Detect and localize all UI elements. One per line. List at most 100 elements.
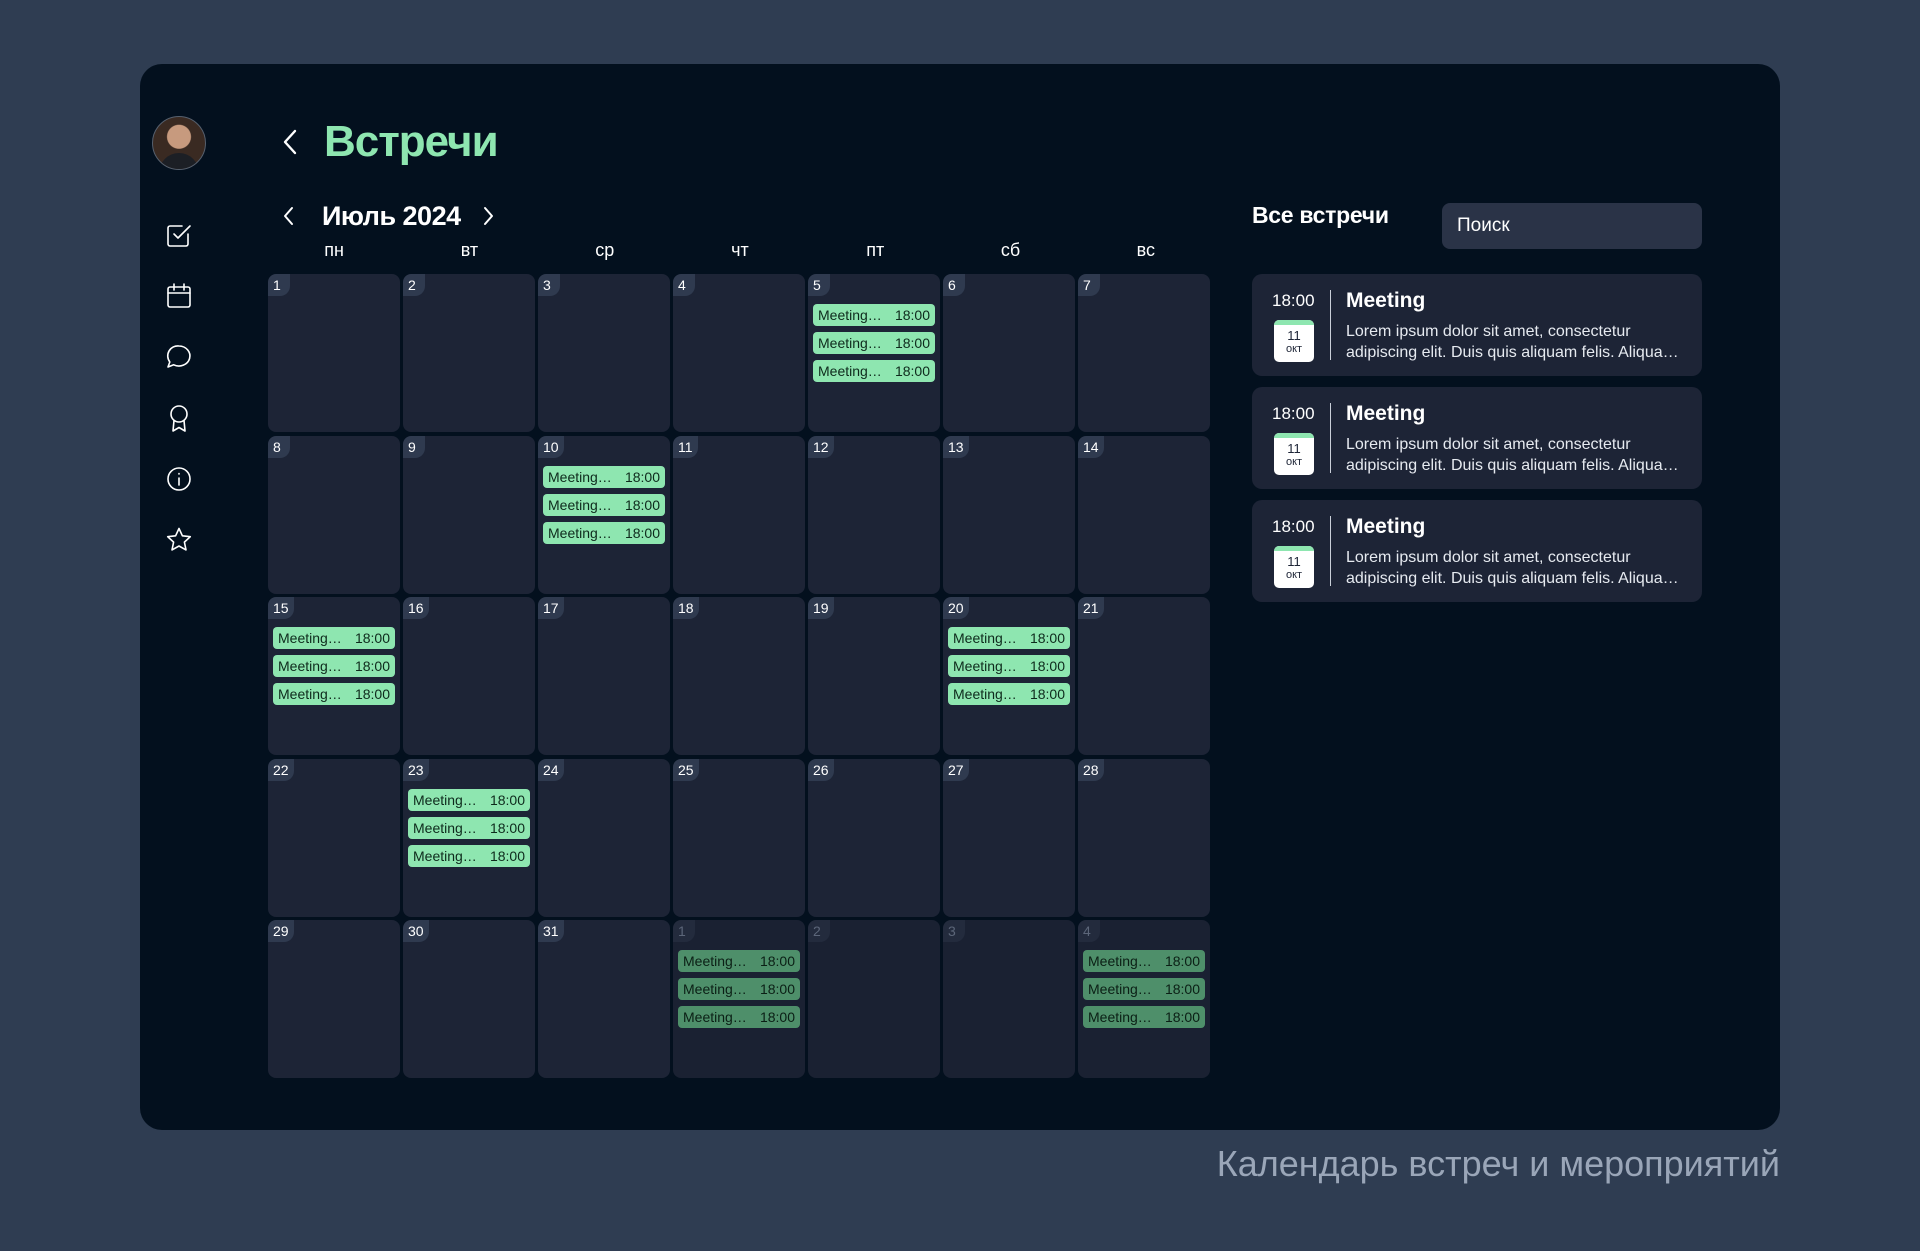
day-cell[interactable]: 21: [1078, 597, 1210, 755]
event-chip[interactable]: Meeting… 18:00: [408, 844, 530, 867]
day-number: 23: [403, 758, 429, 781]
meeting-time: 18:00: [1272, 404, 1315, 423]
day-cell[interactable]: 8: [268, 435, 400, 594]
event-chip[interactable]: Meeting… 18:00: [273, 655, 395, 677]
day-number: 2: [403, 274, 425, 296]
avatar[interactable]: [152, 116, 206, 170]
event-chip[interactable]: Meeting… 18:00: [948, 627, 1070, 649]
day-cell[interactable]: 3: [538, 274, 670, 432]
next-month-button[interactable]: [475, 201, 501, 231]
event-chip[interactable]: Meeting… 18:00: [813, 332, 935, 354]
day-cell[interactable]: 4: [673, 274, 805, 432]
meeting-card[interactable]: 18:00 11 окт Meeting Lorem ipsum dolor sit a…: [1252, 387, 1702, 489]
day-cell[interactable]: 18: [673, 597, 805, 755]
event-chip[interactable]: Meeting… 18:00: [543, 465, 665, 488]
day-cell[interactable]: 2: [808, 920, 940, 1078]
day-number: 1: [268, 274, 290, 296]
event-chip[interactable]: Meeting… 18:00: [543, 493, 665, 516]
event-time: 18:00: [354, 658, 390, 674]
day-cell[interactable]: 9: [403, 435, 535, 594]
event-chip[interactable]: Meeting… 18:00: [813, 304, 935, 326]
day-number: 7: [1078, 274, 1100, 296]
day-cell[interactable]: 29: [268, 920, 400, 1078]
checkbox-icon[interactable]: [164, 220, 194, 250]
weekday-header: пн вт ср чт пт сб вс: [268, 240, 1212, 264]
event-time: 18:00: [354, 686, 390, 702]
event-chip[interactable]: Meeting… 18:00: [678, 978, 800, 1000]
event-title: Meeting…: [818, 335, 882, 351]
app-window: Встречи Июль 2024 пн вт ср чт пт сб вс 1 2 3 4 5 Me…: [140, 64, 1780, 1130]
day-cell[interactable]: 19: [808, 597, 940, 755]
sidebar-nav: [164, 220, 194, 586]
day-cell[interactable]: 5 Meeting… 18:00 Meeting… 18:00 Meeting… 18:00: [808, 274, 940, 432]
event-chip[interactable]: Meeting… 18:00: [273, 683, 395, 705]
day-number: 19: [808, 597, 834, 619]
day-cell[interactable]: 20 Meeting… 18:00 Meeting… 18:00 Meeting… 18:0…: [943, 597, 1075, 755]
day-cell[interactable]: 22: [268, 758, 400, 917]
event-chip[interactable]: Meeting… 18:00: [678, 950, 800, 972]
day-cell[interactable]: 24: [538, 758, 670, 917]
event-time: 18:00: [624, 496, 660, 513]
day-cell[interactable]: 7: [1078, 274, 1210, 432]
day-cell[interactable]: 11: [673, 435, 805, 594]
event-time: 18:00: [354, 630, 390, 646]
day-cell[interactable]: 27: [943, 758, 1075, 917]
day-cell[interactable]: 12: [808, 435, 940, 594]
event-chip[interactable]: Meeting… 18:00: [273, 627, 395, 649]
event-chip[interactable]: Meeting… 18:00: [543, 521, 665, 544]
prev-month-button[interactable]: [276, 201, 302, 231]
day-cell[interactable]: 1: [268, 274, 400, 432]
day-cell[interactable]: 2: [403, 274, 535, 432]
day-number: 17: [538, 597, 564, 619]
day-number: 18: [673, 597, 699, 619]
info-icon[interactable]: [164, 464, 194, 494]
day-cell[interactable]: 28: [1078, 758, 1210, 917]
day-cell[interactable]: 14: [1078, 435, 1210, 594]
event-title: Meeting…: [1088, 1009, 1152, 1025]
meeting-card[interactable]: 18:00 11 окт Meeting Lorem ipsum dolor sit a…: [1252, 500, 1702, 602]
event-chip[interactable]: Meeting… 18:00: [1083, 1006, 1205, 1028]
event-chip[interactable]: Meeting… 18:00: [1083, 978, 1205, 1000]
day-cell[interactable]: 26: [808, 758, 940, 917]
weekday-label: чт: [731, 240, 749, 260]
day-cell[interactable]: 3: [943, 920, 1075, 1078]
event-chip[interactable]: Meeting… 18:00: [408, 816, 530, 839]
event-chip[interactable]: Meeting… 18:00: [948, 655, 1070, 677]
day-cell[interactable]: 16: [403, 597, 535, 755]
event-chip[interactable]: Meeting… 18:00: [948, 683, 1070, 705]
weekday-label: вс: [1136, 240, 1156, 260]
day-cell[interactable]: 13: [943, 435, 1075, 594]
event-time: 18:00: [894, 335, 930, 351]
back-button[interactable]: [276, 124, 304, 160]
event-chip[interactable]: Meeting… 18:00: [678, 1006, 800, 1028]
day-number: 14: [1078, 435, 1104, 458]
event-time: 18:00: [894, 307, 930, 323]
meeting-description: Lorem ipsum dolor sit amet, consectetur …: [1346, 549, 1676, 587]
day-number: 30: [403, 920, 429, 942]
award-icon[interactable]: [164, 403, 194, 433]
day-cell[interactable]: 30: [403, 920, 535, 1078]
search-input[interactable]: [1442, 203, 1702, 249]
day-cell[interactable]: 1 Meeting… 18:00 Meeting… 18:00 Meeting… 18:00: [673, 920, 805, 1078]
day-cell[interactable]: 6: [943, 274, 1075, 432]
calendar-icon[interactable]: [164, 281, 194, 311]
event-chip[interactable]: Meeting… 18:00: [408, 788, 530, 811]
day-cell[interactable]: 4 Meeting… 18:00 Meeting… 18:00 Meeting… 18:00: [1078, 920, 1210, 1078]
meeting-card[interactable]: 18:00 11 окт Meeting Lorem ipsum dolor sit a…: [1252, 274, 1702, 376]
day-cell[interactable]: 31: [538, 920, 670, 1078]
day-events: Meeting… 18:00 Meeting… 18:00 Meeting… 18:00: [813, 304, 935, 388]
star-icon[interactable]: [164, 525, 194, 555]
day-number: 4: [673, 274, 695, 296]
day-cell[interactable]: 23 Meeting… 18:00 Meeting… 18:00 Meeting… 18:0…: [403, 758, 535, 917]
event-chip[interactable]: Meeting… 18:00: [813, 360, 935, 382]
card-divider: [1330, 290, 1331, 360]
event-title: Meeting…: [548, 524, 612, 541]
chat-icon[interactable]: [164, 342, 194, 372]
event-chip[interactable]: Meeting… 18:00: [1083, 950, 1205, 972]
day-cell[interactable]: 15 Meeting… 18:00 Meeting… 18:00 Meeting… 18:0…: [268, 597, 400, 755]
date-badge-strip: [1274, 546, 1314, 551]
day-cell[interactable]: 17: [538, 597, 670, 755]
day-cell[interactable]: 25: [673, 758, 805, 917]
day-cell[interactable]: 10 Meeting… 18:00 Meeting… 18:00 Meeting… 18:0…: [538, 435, 670, 594]
day-events: Meeting… 18:00 Meeting… 18:00 Meeting… 18:00: [408, 788, 530, 873]
